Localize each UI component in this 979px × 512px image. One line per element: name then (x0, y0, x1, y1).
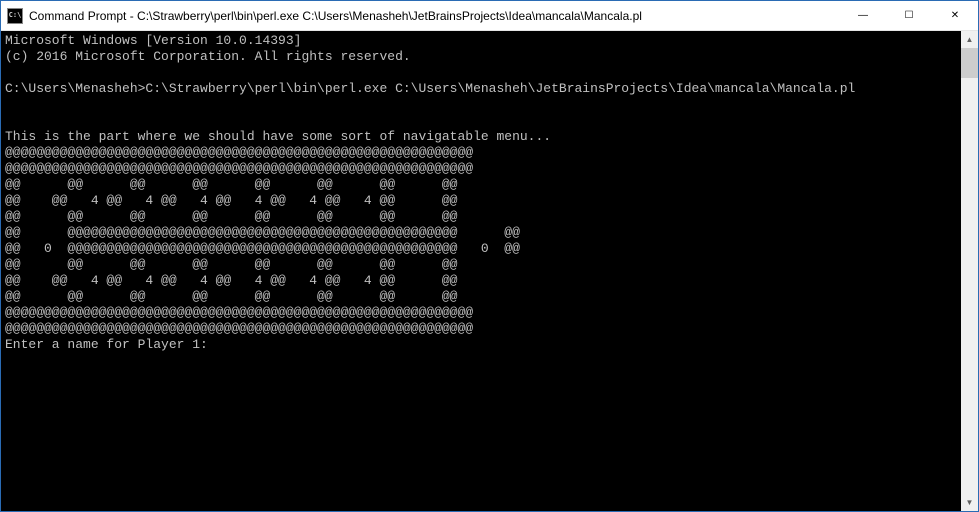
console-line: Microsoft Windows [Version 10.0.14393] (5, 33, 301, 48)
title-bar[interactable]: C:\ Command Prompt - C:\Strawberry\perl\… (1, 1, 978, 31)
board-row: @@ @@ @@ @@ @@ @@ @@ @@ (5, 289, 457, 304)
board-row: @@@@@@@@@@@@@@@@@@@@@@@@@@@@@@@@@@@@@@@@… (5, 321, 473, 336)
window-controls: — ☐ ✕ (840, 1, 978, 30)
board-row: @@ @@ 4 @@ 4 @@ 4 @@ 4 @@ 4 @@ 4 @@ @@ (5, 273, 457, 288)
close-button[interactable]: ✕ (932, 1, 978, 30)
vertical-scrollbar[interactable]: ▲ ▼ (961, 31, 978, 511)
window-title: Command Prompt - C:\Strawberry\perl\bin\… (29, 9, 840, 23)
text-cursor (216, 338, 224, 352)
console-area: Microsoft Windows [Version 10.0.14393] (… (1, 31, 978, 511)
board-row: @@ @@ @@ @@ @@ @@ @@ @@ (5, 209, 457, 224)
scroll-thumb[interactable] (961, 48, 978, 78)
input-prompt: Enter a name for Player 1: (5, 337, 216, 352)
board-row: @@ @@ 4 @@ 4 @@ 4 @@ 4 @@ 4 @@ 4 @@ @@ (5, 193, 457, 208)
console-line: (c) 2016 Microsoft Corporation. All righ… (5, 49, 411, 64)
board-row: @@@@@@@@@@@@@@@@@@@@@@@@@@@@@@@@@@@@@@@@… (5, 305, 473, 320)
console-line: C:\Users\Menasheh>C:\Strawberry\perl\bin… (5, 81, 855, 96)
board-row: @@@@@@@@@@@@@@@@@@@@@@@@@@@@@@@@@@@@@@@@… (5, 145, 473, 160)
board-row: @@ @@ @@ @@ @@ @@ @@ @@ (5, 257, 457, 272)
scroll-up-button[interactable]: ▲ (961, 31, 978, 48)
console-line: This is the part where we should have so… (5, 129, 551, 144)
board-row: @@ 0 @@@@@@@@@@@@@@@@@@@@@@@@@@@@@@@@@@@… (5, 241, 520, 256)
console-output[interactable]: Microsoft Windows [Version 10.0.14393] (… (1, 31, 961, 511)
board-row: @@ @@@@@@@@@@@@@@@@@@@@@@@@@@@@@@@@@@@@@… (5, 225, 520, 240)
board-row: @@ @@ @@ @@ @@ @@ @@ @@ (5, 177, 457, 192)
board-row: @@@@@@@@@@@@@@@@@@@@@@@@@@@@@@@@@@@@@@@@… (5, 161, 473, 176)
cmd-icon: C:\ (7, 8, 23, 24)
scroll-down-button[interactable]: ▼ (961, 494, 978, 511)
scroll-track[interactable] (961, 48, 978, 494)
minimize-button[interactable]: — (840, 1, 886, 30)
maximize-button[interactable]: ☐ (886, 1, 932, 30)
